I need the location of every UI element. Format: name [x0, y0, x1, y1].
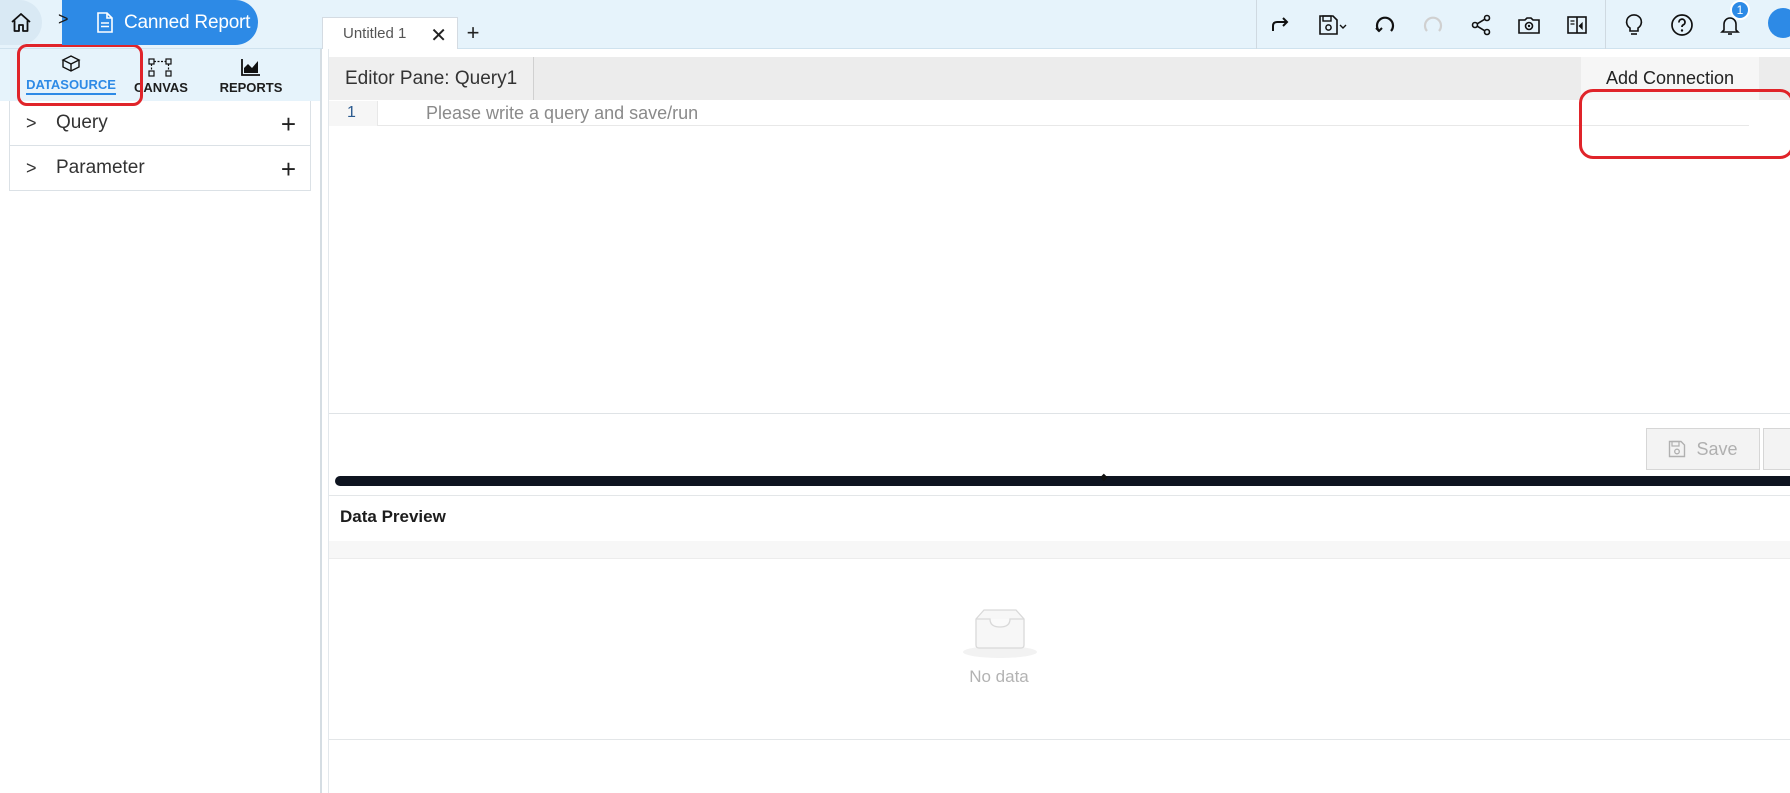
chevron-right-icon[interactable]: > — [26, 158, 56, 179]
editor-divider — [329, 413, 1790, 414]
tree-item-query[interactable]: > Query + — [9, 101, 311, 146]
add-tab-button[interactable]: + — [458, 17, 488, 49]
close-icon[interactable]: ✕ — [430, 23, 447, 48]
help-icon — [1671, 13, 1693, 36]
tips-button[interactable] — [1610, 0, 1658, 49]
tree-item-label: Parameter — [56, 157, 145, 178]
breadcrumb-label: Canned Report — [124, 11, 251, 33]
datasource-highlight-box — [17, 44, 143, 106]
tab-reports-label: REPORTS — [219, 80, 283, 95]
query-editor[interactable]: 1 Please write a query and save/run — [329, 100, 1749, 126]
save-icon — [1669, 440, 1686, 458]
splitter-grip-icon[interactable]: ◆ — [1100, 472, 1110, 483]
save-dropdown-button[interactable] — [1305, 0, 1361, 49]
query-placeholder: Please write a query and save/run — [426, 102, 699, 123]
lightbulb-icon — [1625, 13, 1643, 35]
tree-item-parameter[interactable]: > Parameter + — [9, 146, 311, 191]
refresh-icon — [1375, 16, 1395, 32]
notification-badge: 1 — [1730, 0, 1750, 20]
datasource-tree: > Query + > Parameter + — [0, 101, 320, 191]
layout-toggle-button[interactable] — [1553, 0, 1601, 49]
notifications-button[interactable]: 1 — [1706, 0, 1754, 49]
no-data-text: No data — [969, 667, 1029, 686]
redo-button[interactable] — [1257, 0, 1305, 49]
chart-icon — [241, 59, 260, 76]
editor-pane-title: Editor Pane: Query1 — [329, 57, 535, 100]
home-icon — [11, 12, 31, 32]
editor-header: Editor Pane: Query1 Add Connection — [329, 57, 1790, 100]
save-button[interactable]: Save — [1646, 428, 1760, 470]
add-connection-highlight-box — [1579, 89, 1790, 159]
tab-label: Untitled 1 — [343, 25, 407, 42]
main-area: Editor Pane: Query1 Add Connection 1 Ple… — [328, 49, 1790, 793]
tab-untitled-1[interactable]: Untitled 1 ✕ — [322, 17, 458, 49]
tab-reports[interactable]: REPORTS — [206, 49, 296, 101]
data-preview-header — [329, 541, 1790, 559]
user-menu-button[interactable] — [1754, 0, 1790, 49]
toolbar: 1 — [1256, 0, 1790, 49]
run-button[interactable] — [1763, 428, 1790, 470]
document-icon — [97, 12, 113, 33]
preview-icon — [1518, 16, 1540, 34]
left-panel: DATASOURCE CANVAS REPORTS > Query + > Pa… — [0, 44, 322, 793]
pane-splitter[interactable] — [335, 476, 1790, 486]
breadcrumb-separator-icon: > — [58, 9, 69, 29]
redo-icon — [1272, 16, 1289, 31]
data-preview-bottom-border — [329, 739, 1790, 740]
share-icon — [1471, 14, 1491, 35]
sidebar-tabs: DATASOURCE CANVAS REPORTS — [0, 44, 320, 106]
reset-icon — [1423, 16, 1443, 32]
data-preview-divider — [329, 495, 1790, 496]
preview-button[interactable] — [1505, 0, 1553, 49]
breadcrumb-current[interactable]: Canned Report — [62, 0, 258, 45]
chevron-right-icon[interactable]: > — [26, 113, 56, 134]
empty-inbox-icon — [963, 609, 1037, 658]
help-button[interactable] — [1658, 0, 1706, 49]
layout-icon — [1567, 15, 1587, 34]
add-query-button[interactable]: + — [281, 109, 296, 140]
refresh-button[interactable] — [1361, 0, 1409, 49]
canvas-icon — [148, 58, 172, 77]
data-preview-title: Data Preview — [340, 507, 446, 526]
save-label: Save — [1696, 438, 1738, 459]
tab-strip: Untitled 1 ✕ + — [322, 0, 488, 49]
reset-button[interactable] — [1409, 0, 1457, 49]
share-button[interactable] — [1457, 0, 1505, 49]
home-button[interactable] — [0, 0, 42, 45]
save-icon — [1319, 14, 1347, 35]
avatar — [1768, 8, 1790, 38]
line-number: 1 — [329, 100, 378, 126]
tree-item-label: Query — [56, 112, 108, 133]
add-parameter-button[interactable]: + — [281, 154, 296, 185]
top-bar: Canned Report > Untitled 1 ✕ + 1 — [0, 0, 1790, 49]
toolbar-divider — [1605, 0, 1606, 49]
